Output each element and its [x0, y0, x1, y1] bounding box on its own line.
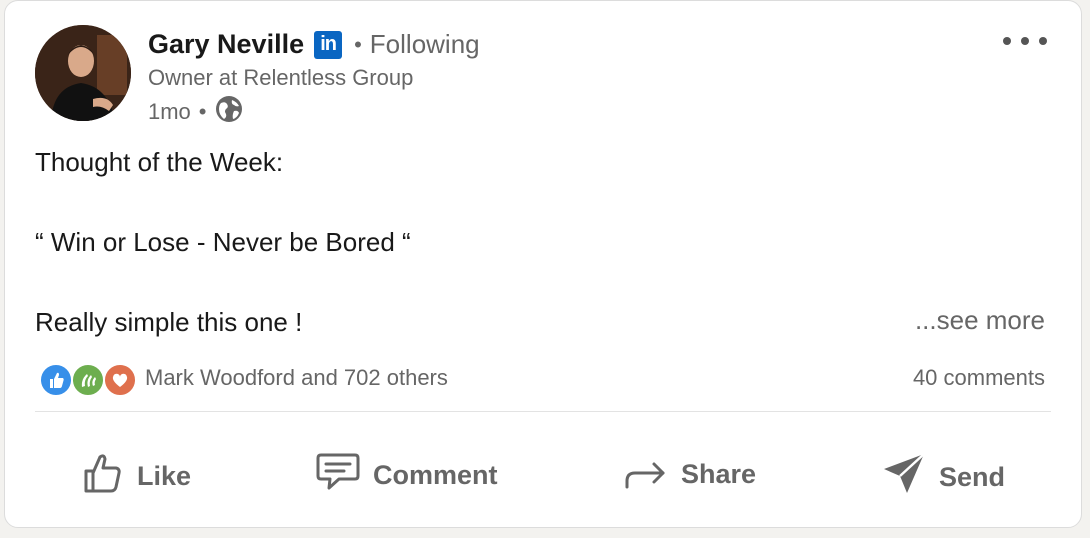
author-header: Gary Neville in • Following — [148, 29, 480, 60]
love-reaction-icon — [103, 363, 137, 397]
share-button[interactable]: Share — [623, 451, 756, 498]
see-more-link[interactable]: ...see more — [915, 305, 1045, 336]
comment-icon — [315, 451, 361, 500]
reactions-count[interactable]: Mark Woodford and 702 others — [145, 365, 448, 391]
post-text-line: “ Win or Lose - Never be Bored “ — [35, 227, 411, 257]
separator-dot: • — [198, 99, 207, 124]
reaction-icons — [39, 361, 137, 397]
post-card: Gary Neville in • Following Owner at Rel… — [4, 0, 1082, 528]
thumbs-up-icon — [83, 451, 125, 502]
post-text-line: Really simple this one ! — [35, 307, 303, 337]
celebrate-reaction-icon — [71, 363, 105, 397]
author-name[interactable]: Gary Neville — [148, 29, 304, 60]
post-text-line: Thought of the Week: — [35, 147, 284, 177]
share-label: Share — [681, 459, 757, 489]
post-meta: 1mo • — [148, 95, 243, 129]
post-time: 1mo — [148, 99, 191, 124]
reactions-summary[interactable]: Mark Woodford and 702 others — [39, 361, 448, 397]
send-label: Send — [939, 462, 1006, 492]
separator-dot: • — [354, 31, 362, 57]
like-button[interactable]: Like — [83, 451, 191, 502]
following-status[interactable]: Following — [370, 29, 480, 60]
send-button[interactable]: Send — [881, 451, 1005, 504]
share-arrow-icon — [623, 451, 669, 498]
divider — [35, 411, 1051, 412]
action-bar: Like Comment Share Send — [5, 441, 1081, 511]
globe-icon — [215, 95, 243, 129]
like-label: Like — [137, 461, 192, 491]
send-icon — [881, 451, 927, 504]
comment-label: Comment — [373, 460, 498, 490]
comments-count[interactable]: 40 comments — [913, 365, 1045, 391]
more-options-icon[interactable] — [1003, 31, 1047, 51]
author-title: Owner at Relentless Group — [148, 65, 414, 90]
linkedin-icon: in — [314, 30, 343, 59]
comment-button[interactable]: Comment — [315, 451, 498, 500]
like-reaction-icon — [39, 363, 73, 397]
author-avatar[interactable] — [35, 25, 131, 121]
